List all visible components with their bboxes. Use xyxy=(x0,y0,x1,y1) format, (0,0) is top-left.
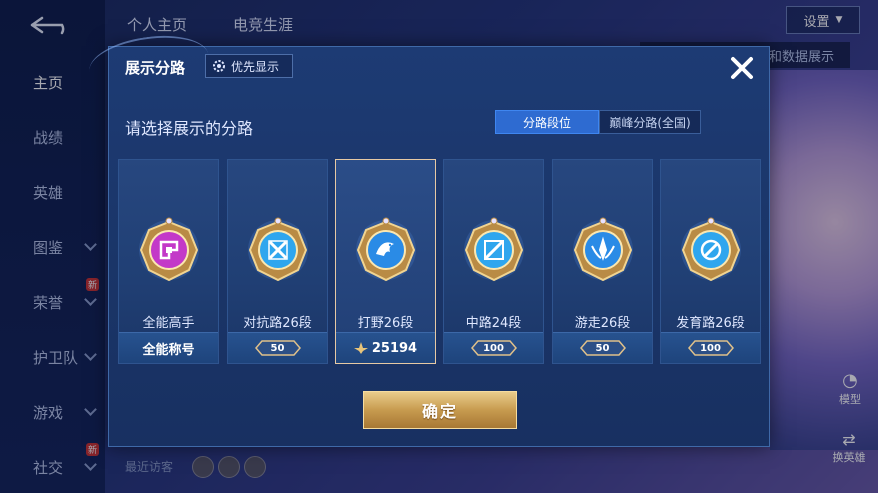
close-icon[interactable] xyxy=(727,53,757,83)
dialog-title: 展示分路 xyxy=(125,59,186,77)
star-count-value: 50 xyxy=(595,342,610,354)
lane-card-footer: 25194 xyxy=(336,332,435,363)
lane-card-footer: 全能称号 xyxy=(119,332,218,363)
lane-card[interactable]: 发育路26段 100 xyxy=(660,159,761,364)
lane-card-footer: 100 xyxy=(661,332,760,363)
dialog-subtitle: 请选择展示的分路 xyxy=(125,119,254,138)
peak-score: 25194 xyxy=(353,340,418,356)
star-count-badge: 50 xyxy=(579,339,627,357)
farm-lane-badge-icon xyxy=(681,217,741,282)
peak-score-value: 25194 xyxy=(371,340,418,356)
confirm-button[interactable]: 确定 xyxy=(363,391,517,429)
lane-card-footer: 100 xyxy=(444,332,543,363)
lane-card-label: 游走26段 xyxy=(574,316,631,331)
priority-display-button[interactable]: 优先显示 xyxy=(205,54,293,78)
priority-display-label: 优先显示 xyxy=(231,59,280,74)
allround-badge-icon xyxy=(139,217,199,282)
roam-badge-icon xyxy=(573,217,633,282)
lane-card[interactable]: 打野26段 25194 xyxy=(335,159,436,364)
star-count-value: 50 xyxy=(270,342,285,354)
lane-display-dialog: 展示分路 优先显示 请选择展示的分路 分路段位 巅峰分路(全国) 全能高手全能称… xyxy=(85,28,770,447)
lane-card-footer: 50 xyxy=(553,332,652,363)
star-count-badge: 100 xyxy=(687,339,735,357)
star-count-value: 100 xyxy=(483,342,504,354)
mid-lane-badge-icon xyxy=(464,217,524,282)
tab-peak-lane-national[interactable]: 巅峰分路(全国) xyxy=(599,110,701,134)
star-count-value: 100 xyxy=(700,342,721,354)
lane-card-label: 中路24段 xyxy=(465,316,522,331)
title-text: 全能称号 xyxy=(142,342,195,358)
score-icon xyxy=(353,342,368,354)
clash-lane-badge-icon xyxy=(248,217,308,282)
star-count-badge: 100 xyxy=(470,339,518,357)
lane-card[interactable]: 全能高手 全能称号 xyxy=(118,159,219,364)
lane-card-label: 发育路26段 xyxy=(676,316,745,331)
lane-card-footer: 50 xyxy=(228,332,327,363)
star-count-badge: 50 xyxy=(254,339,302,357)
tab-lane-rank[interactable]: 分路段位 xyxy=(495,110,599,134)
jungle-badge-icon xyxy=(356,217,416,282)
lane-card[interactable]: 中路24段 100 xyxy=(443,159,544,364)
gear-icon xyxy=(213,60,225,72)
lane-card[interactable]: 游走26段 50 xyxy=(552,159,653,364)
lane-card-label: 全能高手 xyxy=(142,316,195,331)
lane-card-label: 对抗路26段 xyxy=(243,316,312,331)
lane-card[interactable]: 对抗路26段 50 xyxy=(227,159,328,364)
lane-card-label: 打野26段 xyxy=(357,316,414,331)
